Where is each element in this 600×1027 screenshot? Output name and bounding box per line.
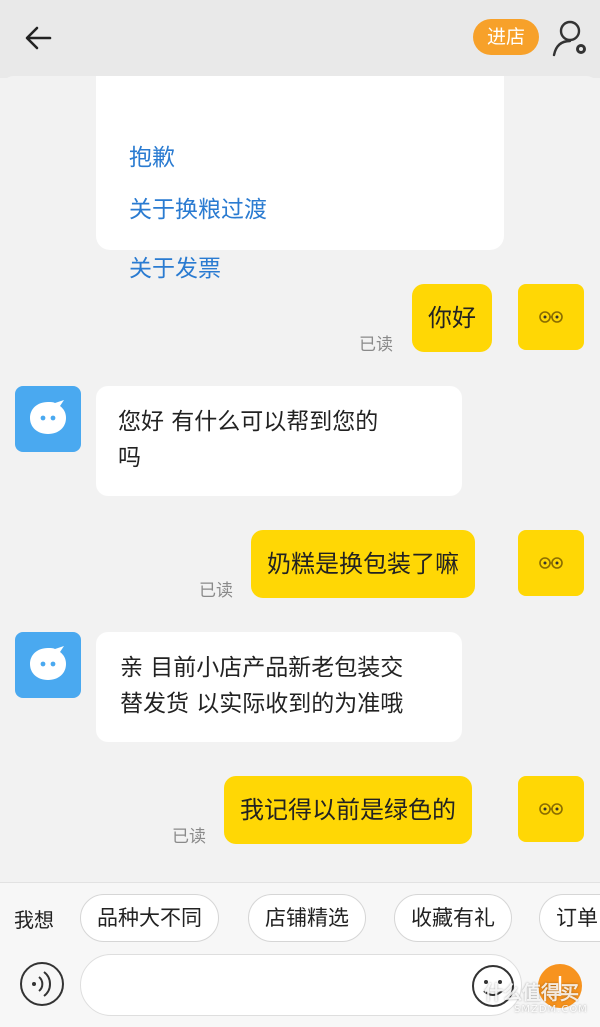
message-line: 吗 (118, 445, 141, 471)
incoming-message[interactable]: 亲 目前小店产品新老包装交 替发货 以实际收到的为准哦 (96, 632, 462, 742)
voice-input-icon[interactable] (18, 960, 66, 1008)
read-status: 已读 (359, 335, 393, 355)
faq-link-feed-transition[interactable]: 关于换粮过渡 (129, 190, 267, 224)
read-status: 已读 (172, 827, 206, 847)
quick-reply-label: 我想 (14, 908, 54, 932)
user-settings-icon[interactable] (550, 18, 590, 58)
quick-reply-chip[interactable]: 品种大不同 (80, 894, 219, 942)
user-avatar[interactable] (518, 284, 584, 350)
outgoing-message[interactable]: 奶糕是换包装了嘛 (251, 530, 475, 598)
faq-card: 抱歉 关于换粮过渡 关于发票 (96, 76, 504, 282)
bot-avatar[interactable] (15, 386, 81, 452)
watermark-subtext: SMZDM.COM (514, 1004, 588, 1015)
glasses-face-icon (539, 311, 563, 323)
chat-bot-icon (30, 646, 66, 680)
back-arrow-icon[interactable] (20, 20, 56, 56)
user-avatar[interactable] (518, 776, 584, 842)
outgoing-message[interactable]: 你好 (412, 284, 492, 352)
message-line: 替发货 以实际收到的为准哦 (120, 691, 404, 717)
incoming-message[interactable]: 您好 有什么可以帮到您的 吗 (96, 386, 462, 496)
quick-reply-chip[interactable]: 店铺精选 (248, 894, 366, 942)
message-input[interactable] (80, 954, 522, 1016)
quick-reply-chip[interactable]: 订单 (539, 894, 600, 942)
faq-link-invoice[interactable]: 关于发票 (129, 249, 221, 283)
read-status: 已读 (199, 581, 233, 601)
chat-area[interactable]: 抱歉 关于换粮过渡 关于发票 已读 你好 您好 有什么可以帮到您的 吗 已读 奶… (0, 76, 600, 882)
glasses-face-icon (539, 557, 563, 569)
enter-store-button[interactable]: 进店 (473, 19, 539, 55)
message-line: 亲 目前小店产品新老包装交 (120, 655, 404, 681)
chat-bot-icon (30, 400, 66, 434)
user-avatar[interactable] (518, 530, 584, 596)
glasses-face-icon (539, 803, 563, 815)
watermark-text: 什么值得买 (484, 982, 580, 1004)
message-line: 您好 有什么可以帮到您的 (118, 409, 379, 435)
quick-reply-chip[interactable]: 收藏有礼 (394, 894, 512, 942)
faq-link-partial[interactable]: 抱歉 (129, 138, 175, 172)
bot-avatar[interactable] (15, 632, 81, 698)
outgoing-message[interactable]: 我记得以前是绿色的 (224, 776, 472, 844)
